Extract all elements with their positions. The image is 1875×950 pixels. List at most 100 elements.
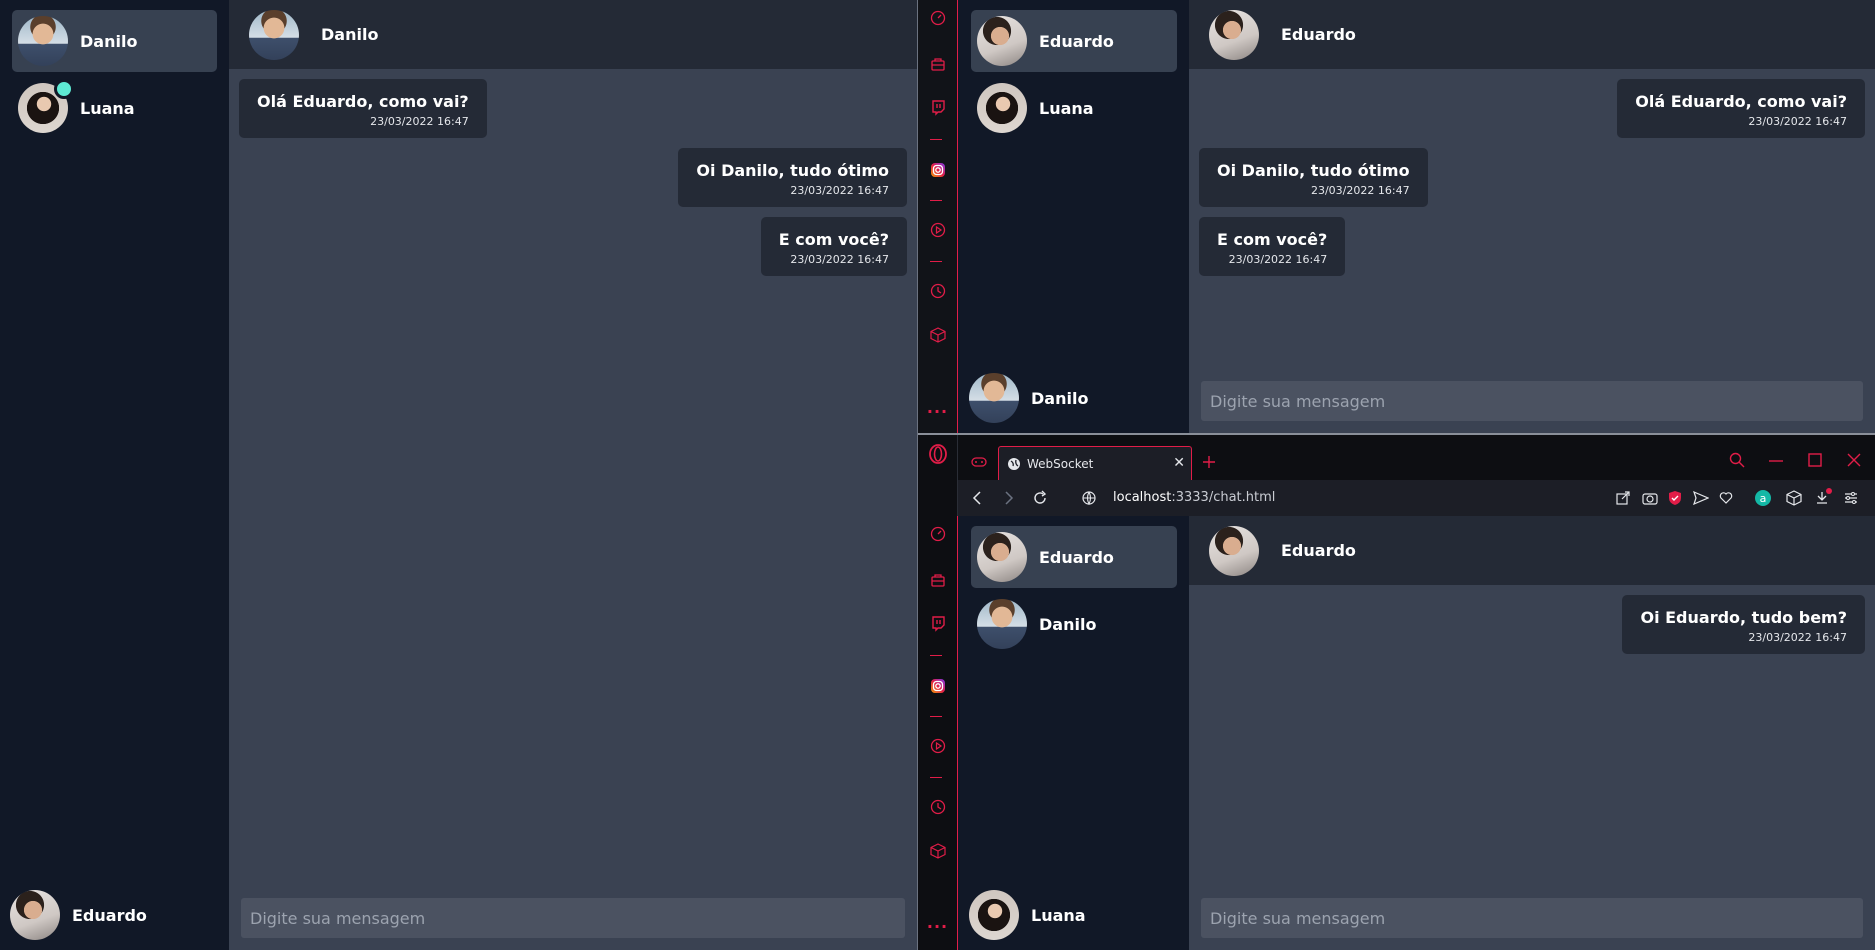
contact-item-eduardo[interactable]: Eduardo [971,526,1177,588]
message-text: E com você? [1217,230,1328,249]
site-info-icon[interactable] [1082,491,1096,505]
game-icon[interactable] [971,456,987,468]
close-tab-icon[interactable]: ✕ [1173,455,1185,471]
history-icon[interactable] [918,795,957,819]
contact-name: Danilo [1031,388,1089,408]
message-text: Oi Eduardo, tudo bem? [1640,608,1847,627]
message-timestamp: 23/03/2022 16:47 [1228,253,1328,266]
share-icon[interactable] [1616,491,1630,505]
back-icon[interactable] [972,491,982,505]
more-icon[interactable]: ··· [918,917,957,936]
contacts-sidebar: Danilo Luana Eduardo [0,0,229,950]
adblock-shield-icon[interactable] [1668,490,1682,506]
tab-bar: WebSocket ✕ [958,444,1875,480]
search-icon[interactable] [1729,452,1745,468]
message-bubble: Olá Eduardo, como vai? 23/03/2022 16:47 [239,79,487,138]
sidebar-separator [957,516,958,950]
contact-item-luana[interactable]: Luana [971,77,1177,139]
opera-sidebar-bottom: ··· [918,435,958,950]
opera-sidebar-top: ··· [918,0,958,433]
download-icon[interactable] [1815,488,1833,506]
current-user: Danilo [969,363,1088,433]
conversation-panel: Eduardo Oi Eduardo, tudo bem? 23/03/2022 1… [1189,516,1875,950]
shopping-icon[interactable] [918,568,957,592]
opera-logo[interactable] [918,444,958,480]
extension-a-icon[interactable]: a [1755,490,1771,506]
message-text: Olá Eduardo, como vai? [1635,92,1847,111]
contact-item-eduardo[interactable]: Eduardo [971,10,1177,72]
message-timestamp: 23/03/2022 16:47 [370,115,469,128]
message-bubble: Oi Eduardo, tudo bem? 23/03/2022 16:47 [1622,595,1865,654]
contact-name: Eduardo [1039,31,1114,51]
message-list: Olá Eduardo, como vai? 23/03/2022 16:47 Oi… [229,69,917,870]
close-window-icon[interactable] [1847,453,1861,467]
extensions-icon[interactable] [918,839,957,863]
message-bubble: Oi Danilo, tudo ótimo 23/03/2022 16:47 [1199,148,1428,207]
send-icon[interactable] [1693,491,1709,505]
speed-dial-icon[interactable] [918,522,957,546]
message-input[interactable] [241,898,905,938]
avatar [10,890,60,940]
contact-item-danilo[interactable]: Danilo [971,593,1177,655]
avatar [18,79,74,133]
chat-app-left: Danilo Luana Eduardo Danilo Olá Eduardo, com… [0,0,917,950]
message-bubble: Olá Eduardo, como vai? 23/03/2022 16:47 [1617,79,1865,138]
tab-websocket[interactable]: WebSocket ✕ [998,446,1192,480]
reload-icon[interactable] [1032,490,1048,506]
contact-name: Luana [1031,905,1086,925]
avatar [1209,525,1259,576]
message-text: Olá Eduardo, como vai? [257,92,469,111]
shopping-icon[interactable] [918,52,957,76]
sidebar-separator [957,0,958,433]
contact-item-luana[interactable]: Luana [12,77,217,139]
speed-dial-icon[interactable] [918,6,957,30]
url-field[interactable]: localhost:3333/chat.html [1113,490,1275,505]
contact-name: Danilo [80,31,138,51]
message-text: Oi Danilo, tudo ótimo [1217,161,1410,180]
contact-name: Eduardo [1039,547,1114,567]
conversation-panel: Danilo Olá Eduardo, como vai? 23/03/2022 1… [229,0,917,950]
conversation-header: Eduardo [1189,0,1875,69]
message-input[interactable] [1201,381,1863,421]
globe-icon [1008,457,1020,470]
sidebar-separator [930,716,942,717]
current-user: Eduardo [10,880,147,950]
message-input[interactable] [1201,898,1863,938]
address-bar: localhost:3333/chat.html a [958,480,1875,516]
chat-app-bottom-right: Eduardo Danilo Luana Eduardo Oi Eduardo, tud… [959,516,1875,950]
contact-name: Eduardo [1281,541,1356,560]
contact-name: Luana [1039,98,1094,118]
player-icon[interactable] [918,218,957,242]
avatar [977,599,1027,649]
camera-icon[interactable] [1642,491,1658,505]
avatar [18,16,68,66]
conversation-header: Eduardo [1189,516,1875,585]
svg-text:a: a [1760,492,1767,505]
extensions-cube-icon[interactable] [1786,490,1802,506]
maximize-icon[interactable] [1808,453,1822,467]
sidebar-separator [930,655,942,656]
message-timestamp: 23/03/2022 16:47 [1748,631,1847,644]
conversation-header: Danilo [229,0,917,69]
minimize-icon[interactable] [1769,460,1783,462]
new-tab-icon[interactable] [1203,456,1215,468]
avatar [977,532,1027,582]
twitch-icon[interactable] [918,612,957,636]
contact-item-danilo[interactable]: Danilo [12,10,217,72]
message-list: Oi Eduardo, tudo bem? 23/03/2022 16:47 [1189,585,1875,870]
titlebar-strip [918,435,1875,444]
message-bubble: E com você? 23/03/2022 16:47 [1199,217,1346,276]
forward-icon[interactable] [1004,491,1014,505]
instagram-icon[interactable] [918,674,957,698]
url-host: localhost [1113,490,1172,505]
twitch-icon[interactable] [918,96,957,120]
instagram-icon[interactable] [918,158,957,182]
more-icon[interactable]: ··· [918,402,957,421]
history-icon[interactable] [918,279,957,303]
extensions-icon[interactable] [918,323,957,347]
current-user: Luana [969,880,1086,950]
contact-name: Luana [80,98,135,118]
easy-setup-icon[interactable] [1844,491,1858,505]
player-icon[interactable] [918,734,957,758]
heart-icon[interactable] [1719,491,1733,505]
